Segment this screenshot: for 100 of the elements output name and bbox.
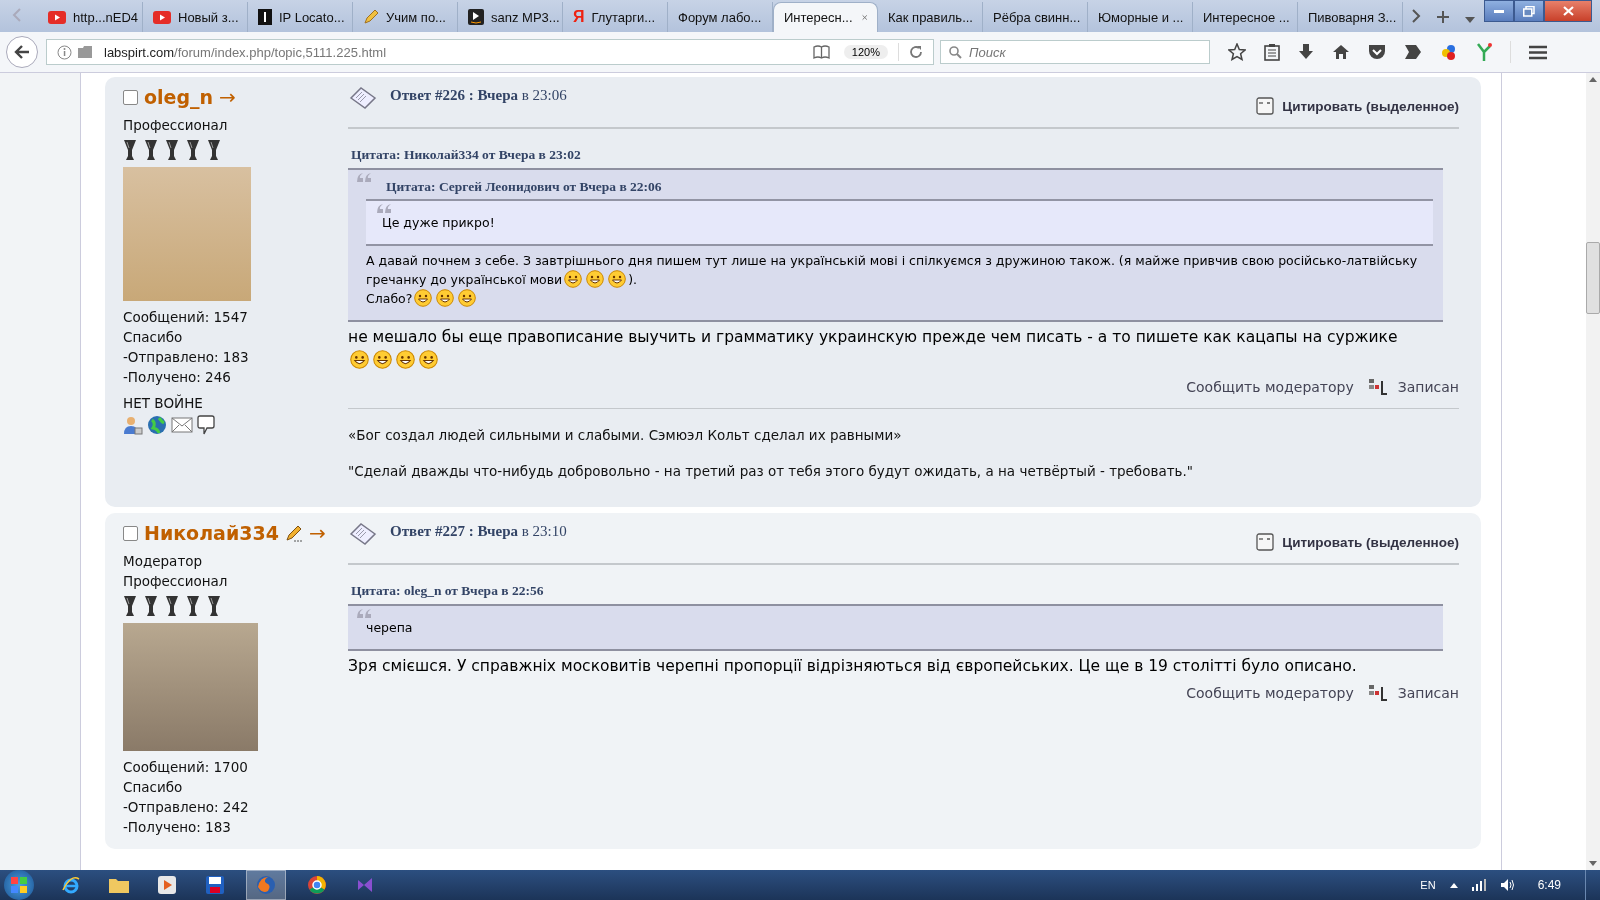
member-rank: Модератор <box>123 552 204 571</box>
tray-expand-icon[interactable] <box>1449 882 1458 888</box>
minimize-button[interactable] <box>1484 0 1514 22</box>
smiley-icon <box>436 289 455 307</box>
book-icon[interactable] <box>812 45 830 59</box>
quote-text: гречанку до української мови <box>366 272 563 287</box>
envelope-icon[interactable] <box>171 417 193 433</box>
round-logo-icon <box>308 876 326 894</box>
back-button[interactable] <box>6 36 38 68</box>
profile-arrow-link[interactable]: → <box>219 85 236 109</box>
star-icon[interactable] <box>1228 43 1246 61</box>
status-text: Записан <box>1397 685 1459 701</box>
post-text: не мешало бы еще правописание выучить и грамматику украинскую прежде чем писать - а то пишете как кацапы на суржике <box>348 327 1398 348</box>
quotation-mark-icon <box>376 203 392 214</box>
fox-globe-icon <box>256 875 276 895</box>
clock-text: 6:49 <box>1537 878 1561 892</box>
quote-text: Слабо? <box>366 291 413 306</box>
username-link[interactable]: oleg_n <box>144 86 214 108</box>
member-rank: Профессионал <box>123 572 229 591</box>
quote-icon <box>1256 97 1275 115</box>
quote-link[interactable]: Цитировать (выделенное) <box>1256 97 1459 115</box>
quote-header-link[interactable]: Цитата: oleg_n от Вчера в 22:56 <box>351 583 1459 599</box>
maximize-button[interactable] <box>1514 0 1544 22</box>
letter-logo-icon: Я <box>573 8 585 26</box>
address-field[interactable]: labspirt.com/forum/index.php/topic,5111.225.html 120% <box>46 39 934 65</box>
profile-icon[interactable] <box>123 415 143 435</box>
smiley-icon <box>373 350 392 369</box>
report-link[interactable]: Сообщить модератору <box>1186 685 1354 701</box>
tag-icon[interactable] <box>1404 44 1422 60</box>
quote-text: Це дуже прикро! <box>382 215 495 230</box>
close-icon <box>1562 6 1574 16</box>
plus-icon[interactable] <box>1437 11 1449 23</box>
windows-logo-icon <box>11 877 27 893</box>
user-stat: -Отправлено: 183 <box>123 348 250 367</box>
media-player-icon <box>158 876 176 894</box>
zoom-indicator[interactable]: 120% <box>843 45 888 59</box>
network-icon <box>1367 684 1388 702</box>
start-button[interactable] <box>4 870 34 900</box>
status-text: Записан <box>1397 379 1459 395</box>
document-icon <box>348 85 378 111</box>
profile-arrow-link[interactable]: → <box>308 521 326 545</box>
e-logo-icon <box>62 876 80 894</box>
url-text: labspirt.com/forum/index.php/topic,5111.225.html <box>104 44 387 60</box>
report-link[interactable]: Сообщить модератору <box>1186 379 1354 395</box>
username-link[interactable]: Николай334 <box>144 522 279 544</box>
quote-link[interactable]: Цитировать (выделенное) <box>1256 533 1459 551</box>
browser-tab[interactable]: Интересн... <box>773 2 878 32</box>
post-title: Ответ #227 : Вчера в 23:10 <box>390 522 567 540</box>
quote-text: А давай почнем з себе. З завтрішнього дня пишем тут лише на українській мові і спілкуємся з дружиною також. (я майже привчив свою російсько-латвійську <box>366 252 1418 270</box>
search-icon <box>949 46 962 59</box>
post-title: Ответ #226 : Вчера в 23:06 <box>390 86 567 104</box>
reload-icon[interactable] <box>909 45 923 59</box>
menu-icon[interactable] <box>1529 44 1547 60</box>
dots-logo-icon[interactable] <box>1440 43 1458 61</box>
scrollbar-thumb[interactable] <box>1586 242 1600 314</box>
speaker-icon[interactable] <box>1499 878 1516 892</box>
quote-header-link[interactable]: Цитата: Сергей Леонидович от Вчера в 22:06 <box>386 179 1433 195</box>
language-indicator[interactable]: EN <box>1420 879 1436 891</box>
goblet-icon <box>207 139 221 161</box>
play-logo-icon <box>153 10 171 24</box>
goblet-icon <box>186 139 200 161</box>
user-stat: Спасибо <box>123 778 184 797</box>
select-checkbox[interactable] <box>123 525 138 541</box>
infinity-logo-icon <box>356 876 374 894</box>
minimize-icon <box>1494 9 1504 13</box>
goblet-icon <box>207 595 221 617</box>
pin-logo-icon <box>258 9 272 25</box>
search-field[interactable]: Поиск <box>940 40 1210 64</box>
scroll-right-icon[interactable] <box>1411 9 1421 23</box>
goblet-icon <box>165 595 179 617</box>
download-icon[interactable] <box>1298 43 1314 61</box>
goblet-icon <box>144 139 158 161</box>
pocket-icon[interactable] <box>1368 44 1386 60</box>
member-rank: Профессионал <box>123 116 229 135</box>
close-icon[interactable] <box>861 13 867 22</box>
smiley-icon <box>414 289 433 307</box>
select-checkbox[interactable] <box>123 89 138 105</box>
post-text: Зря смієшся. У справжніх московитів черепні пропорції відрізняються від європейських. Це ще в 19 столітті було описано. <box>348 657 1357 675</box>
scroll-down-icon[interactable] <box>1589 861 1597 866</box>
close-button[interactable] <box>1544 0 1592 22</box>
goblet-icon <box>165 139 179 161</box>
globe-icon[interactable] <box>147 415 167 435</box>
home-icon[interactable] <box>1332 44 1350 60</box>
smiley-icon <box>564 270 583 288</box>
quote-text: черепа <box>366 620 413 635</box>
goblet-icon <box>186 595 200 617</box>
network-icon <box>1367 378 1388 396</box>
clipboard-icon[interactable] <box>1264 43 1280 61</box>
scroll-up-icon[interactable] <box>1589 77 1597 82</box>
play-logo-icon <box>48 10 66 24</box>
smiley-icon <box>350 350 369 369</box>
bird-logo-icon[interactable] <box>1476 42 1492 62</box>
scrollbar[interactable] <box>1586 73 1600 870</box>
user-slogan: НЕТ ВОЙНЕ <box>123 393 204 413</box>
signal-bars-icon[interactable] <box>1471 879 1486 891</box>
user-stat: Спасибо <box>123 328 184 347</box>
goblet-icon <box>123 595 137 617</box>
speech-bubble-icon[interactable] <box>197 415 215 435</box>
caret-icon[interactable] <box>1465 17 1475 23</box>
quote-header-link[interactable]: Цитата: Николай334 от Вчера в 23:02 <box>351 147 1459 163</box>
